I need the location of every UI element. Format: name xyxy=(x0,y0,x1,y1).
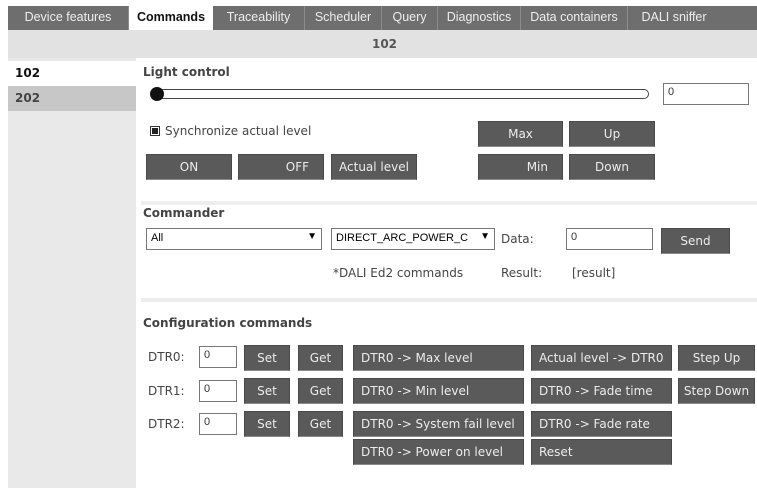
dtr0-max-level-button[interactable]: DTR0 -> Max level xyxy=(353,345,524,371)
level-input[interactable]: 0 xyxy=(663,83,749,105)
dtr0-set-button[interactable]: Set xyxy=(244,345,290,371)
light-control-title: Light control xyxy=(143,65,230,79)
down-button[interactable]: Down xyxy=(569,154,655,180)
tab-traceability[interactable]: Traceability xyxy=(213,6,305,30)
section-divider xyxy=(141,201,757,205)
dtr0-power-on-level-button[interactable]: DTR0 -> Power on level xyxy=(353,439,524,465)
dtr2-get-button[interactable]: Get xyxy=(298,411,343,437)
dtr0-min-level-button[interactable]: DTR0 -> Min level xyxy=(353,378,524,404)
data-input[interactable]: 0 xyxy=(566,228,653,250)
tab-device-features[interactable]: Device features xyxy=(8,6,129,30)
device-sidebar: 102 202 xyxy=(8,58,136,488)
command-select-value: DIRECT_ARC_POWER_C xyxy=(336,232,469,244)
tab-query[interactable]: Query xyxy=(382,6,438,30)
dtr2-set-button[interactable]: Set xyxy=(244,411,290,437)
reset-button[interactable]: Reset xyxy=(531,439,672,465)
step-up-button[interactable]: Step Up xyxy=(678,345,755,371)
tab-commands[interactable]: Commands xyxy=(129,6,213,30)
actual-level-dtr0-button[interactable]: Actual level -> DTR0 xyxy=(531,345,672,371)
address-select[interactable]: All ▼ xyxy=(146,228,322,250)
tab-data-containers[interactable]: Data containers xyxy=(521,6,628,30)
send-button[interactable]: Send xyxy=(661,228,730,254)
dtr0-input[interactable]: 0 xyxy=(199,346,237,368)
off-button[interactable]: OFF xyxy=(238,154,324,180)
step-down-button[interactable]: Step Down xyxy=(678,378,755,404)
actual-level-button[interactable]: Actual level xyxy=(331,154,417,180)
tab-diagnostics[interactable]: Diagnostics xyxy=(438,6,521,30)
tab-dali-sniffer[interactable]: DALI sniffer xyxy=(628,6,720,30)
level-slider-thumb[interactable] xyxy=(150,87,164,101)
dtr0-get-button[interactable]: Get xyxy=(298,345,343,371)
commander-title: Commander xyxy=(143,206,225,220)
data-label: Data: xyxy=(501,232,534,246)
sync-checkbox[interactable] xyxy=(150,126,160,136)
dtr0-fade-rate-button[interactable]: DTR0 -> Fade rate xyxy=(531,411,672,437)
device-header: 102 xyxy=(8,30,757,58)
chevron-down-icon: ▼ xyxy=(307,231,317,242)
tab-scheduler[interactable]: Scheduler xyxy=(305,6,382,30)
dtr1-label: DTR1: xyxy=(148,384,185,398)
dtr0-system-fail-level-button[interactable]: DTR0 -> System fail level xyxy=(353,411,524,437)
sidebar-item-202[interactable]: 202 xyxy=(8,86,136,111)
dtr1-set-button[interactable]: Set xyxy=(244,378,290,404)
min-button[interactable]: Min xyxy=(478,154,563,180)
device-title: 102 xyxy=(371,37,398,51)
section-divider xyxy=(141,298,757,302)
sync-label: Synchronize actual level xyxy=(165,124,312,138)
dtr0-label: DTR0: xyxy=(148,350,185,364)
level-slider-track[interactable] xyxy=(157,89,649,99)
on-button[interactable]: ON xyxy=(146,154,232,180)
config-title: Configuration commands xyxy=(143,316,313,330)
dtr2-input[interactable]: 0 xyxy=(199,413,237,435)
command-select[interactable]: DIRECT_ARC_POWER_C ▼ xyxy=(331,228,495,250)
dtr1-get-button[interactable]: Get xyxy=(298,378,343,404)
max-button[interactable]: Max xyxy=(478,121,563,147)
result-value: [result] xyxy=(572,266,616,280)
sidebar-item-102[interactable]: 102 xyxy=(8,61,136,86)
up-button[interactable]: Up xyxy=(569,121,655,147)
dtr2-label: DTR2: xyxy=(148,417,185,431)
tab-strip: Device features Commands Traceability Sc… xyxy=(0,0,757,30)
dtr0-fade-time-button[interactable]: DTR0 -> Fade time xyxy=(531,378,672,404)
check-mark-icon xyxy=(152,128,158,134)
result-label: Result: xyxy=(501,266,543,280)
ed2-note: *DALI Ed2 commands xyxy=(333,266,464,280)
address-select-value: All xyxy=(151,232,164,244)
dtr1-input[interactable]: 0 xyxy=(199,380,237,402)
chevron-down-icon: ▼ xyxy=(480,231,490,242)
